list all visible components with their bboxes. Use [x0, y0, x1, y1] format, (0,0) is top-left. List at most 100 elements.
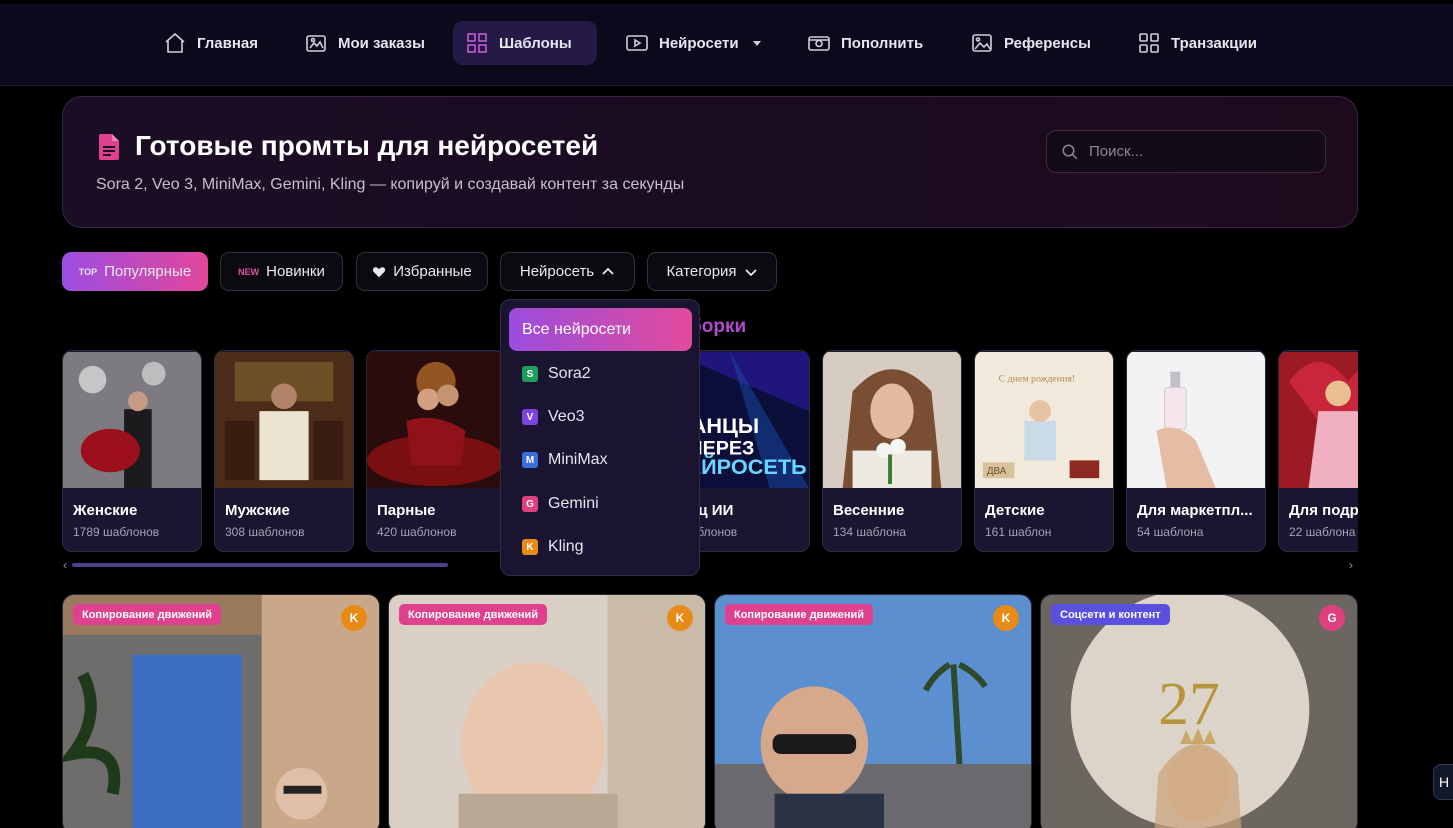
chevron-up-icon [602, 267, 614, 275]
category-card[interactable]: Мужские 308 шаблонов [214, 350, 354, 552]
nav-item-templates[interactable]: Шаблоны [453, 21, 597, 65]
filter-label: Нейросеть [519, 263, 595, 280]
dropdown-item-veo3[interactable]: V Veo3 [522, 405, 584, 429]
category-card[interactable]: Парные 420 шаблонов [366, 350, 506, 552]
category-card[interactable]: Женские 1789 шаблонов [62, 350, 202, 552]
dropdown-item-all[interactable]: Все нейросети [509, 308, 692, 351]
dropdown-label: Veo3 [548, 408, 585, 425]
dropdown-item-sora2[interactable]: S Sora2 [522, 362, 591, 386]
category-count: 420 шаблонов [377, 525, 457, 539]
heart-icon [373, 266, 386, 277]
blocks-text: ДВА [987, 466, 1007, 477]
template-card[interactable]: Копирование движений K [388, 594, 706, 828]
dropdown-label: MiniMax [548, 451, 608, 468]
card-tag: Копирование движений [73, 604, 222, 625]
network-dropdown-menu: Все нейросети S Sora2 V Veo3 M MiniMax G… [500, 299, 700, 576]
template-thumbnail [63, 595, 379, 828]
document-icon [99, 134, 119, 160]
category-title: Для маркетпл... [1137, 502, 1253, 519]
minimax-badge-icon: M [522, 452, 538, 468]
nav-label: Мои заказы [338, 34, 425, 52]
nav-item-topup[interactable]: Пополнить [795, 21, 935, 65]
category-card[interactable]: Весенние 134 шаблона [822, 350, 962, 552]
template-card[interactable]: Копирование движений K [714, 594, 1032, 828]
template-thumbnail [715, 595, 1031, 828]
category-image [367, 351, 505, 489]
nav-item-networks[interactable]: Нейросети [613, 21, 773, 65]
scroll-right-icon[interactable]: › [1349, 558, 1353, 572]
card-tag: Соцсети и контент [1051, 604, 1170, 625]
template-card[interactable]: Копирование движений K [62, 594, 380, 828]
category-image [63, 351, 201, 489]
filter-label: Новинки [266, 263, 325, 280]
search-input[interactable] [1089, 143, 1309, 160]
category-count: 134 шаблона [833, 525, 907, 539]
filter-network-dropdown[interactable]: Нейросеть [500, 252, 635, 291]
category-card[interactable]: С днем рождения! ДВА Детские 161 шаблон [974, 350, 1114, 552]
filter-label: Категория [666, 263, 737, 280]
category-count: 161 шаблон [985, 525, 1052, 539]
templates-icon [467, 33, 487, 53]
category-title: Мужские [225, 502, 290, 519]
category-image: С днем рождения! ДВА [975, 351, 1113, 489]
wallet-icon [808, 36, 830, 51]
chevron-down-icon [752, 40, 761, 46]
nav-item-references[interactable]: Референсы [958, 21, 1103, 65]
nav-label: Референсы [1004, 34, 1091, 52]
category-card[interactable]: Для маркетпл... 54 шаблона [1126, 350, 1266, 552]
dropdown-label: Sora2 [548, 365, 591, 382]
category-image [823, 351, 961, 489]
template-thumbnail [389, 595, 705, 828]
chevron-down-icon [744, 268, 757, 276]
hero-banner: Готовые промты для нейросетей Sora 2, Ve… [62, 96, 1358, 228]
scroll-left-icon[interactable]: ‹ [63, 558, 67, 572]
grid-icon [1139, 33, 1159, 53]
filter-label: Избранные [393, 263, 472, 280]
category-count: 54 шаблона [1137, 525, 1204, 539]
category-image [1127, 351, 1265, 489]
side-floating-button[interactable]: Н [1433, 764, 1453, 800]
nav-label: Нейросети [659, 34, 739, 52]
page-subtitle: Sora 2, Veo 3, MiniMax, Gemini, Kling — … [96, 176, 685, 193]
play-icon [626, 35, 648, 51]
nav-label: Транзакции [1171, 34, 1257, 52]
category-title: Парные [377, 502, 436, 519]
template-thumbnail: 27 [1041, 595, 1357, 828]
filter-label: Популярные [104, 263, 192, 280]
veo-badge-icon: V [522, 409, 538, 425]
search-box[interactable] [1046, 130, 1326, 173]
dropdown-item-kling[interactable]: K Kling [522, 535, 584, 559]
category-carousel[interactable]: Женские 1789 шаблонов Мужские 308 шаблон… [62, 350, 1358, 552]
dropdown-item-gemini[interactable]: G Gemini [522, 492, 599, 516]
images-icon [306, 35, 326, 52]
filter-favorites[interactable]: Избранные [356, 252, 488, 291]
kling-badge-icon: K [522, 539, 538, 555]
nav-item-transactions[interactable]: Транзакции [1125, 21, 1269, 65]
dropdown-label: Kling [548, 538, 584, 555]
new-tag: NEW [238, 266, 260, 277]
kling-badge-icon: K [341, 605, 367, 631]
category-image [215, 351, 353, 489]
category-title: Детские [985, 502, 1045, 519]
dropdown-item-minimax[interactable]: M MiniMax [522, 448, 608, 472]
nav-label: Шаблоны [499, 34, 572, 52]
sora-badge-icon: S [522, 366, 538, 382]
nav-label: Главная [197, 34, 259, 52]
kling-badge-icon: K [667, 605, 693, 631]
template-card[interactable]: 27 Соцсети и контент G [1040, 594, 1358, 828]
category-count: 22 шаблона [1289, 525, 1356, 539]
category-count: 1789 шаблонов [73, 525, 160, 539]
top-nav: Главная Мои заказы Шаблоны Нейросети Поп… [0, 4, 1453, 86]
photo-caption: С днем рождения! [999, 374, 1075, 385]
category-card[interactable]: Для подру 22 шаблона [1278, 350, 1358, 552]
nav-item-orders[interactable]: Мои заказы [292, 21, 437, 65]
gemini-badge-icon: G [522, 496, 538, 512]
page-title: Готовые промты для нейросетей [135, 130, 599, 161]
category-title: Для подру [1289, 502, 1358, 519]
filter-category-dropdown[interactable]: Категория [647, 252, 777, 291]
card-tag: Копирование движений [399, 604, 548, 625]
filter-popular[interactable]: TOP Популярные [62, 252, 208, 291]
nav-item-home[interactable]: Главная [151, 21, 270, 65]
filter-new[interactable]: NEW Новинки [220, 252, 343, 291]
carousel-scrollbar[interactable] [72, 563, 448, 567]
